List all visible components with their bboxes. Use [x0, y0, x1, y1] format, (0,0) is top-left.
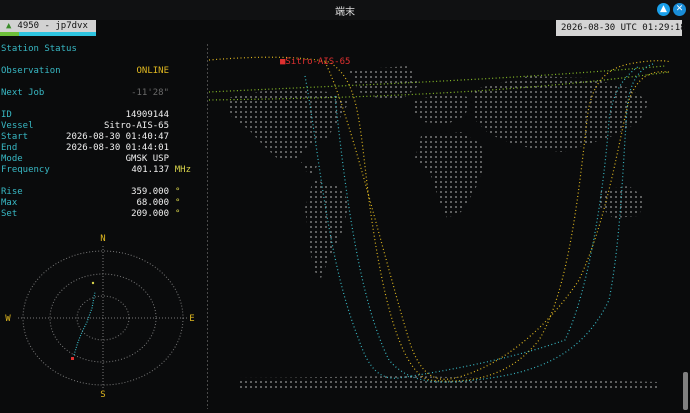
central-america-land	[301, 162, 317, 174]
polar-current-position	[71, 357, 74, 360]
close-icon: ✕	[675, 4, 684, 14]
north-label: N	[100, 234, 105, 244]
next-job-label: Next Job	[1, 88, 45, 98]
east-label: E	[189, 314, 194, 324]
progress-bar	[0, 32, 96, 36]
triangle-up-icon: ▲	[6, 21, 12, 31]
next-job-value: -11'28"	[131, 88, 169, 98]
asia-land	[471, 76, 649, 152]
station-host: 4950 - jp7dvx	[17, 21, 88, 31]
start-row: Start 2026-08-30 01:40:47	[1, 132, 206, 143]
north-america-land	[227, 88, 349, 160]
max-degree: °	[175, 198, 181, 208]
station-status-tag: ▲ 4950 - jp7dvx	[0, 20, 96, 32]
start-label: Start	[1, 132, 29, 142]
land-masses	[227, 66, 659, 390]
rise-row: Rise 359.000 °	[1, 187, 206, 198]
end-value: 2026-08-30 01:44:01	[66, 143, 169, 153]
set-value: 209.000	[131, 209, 169, 219]
mode-row: Mode GMSK USP	[1, 154, 206, 165]
scrollbar-thumb[interactable]	[683, 372, 688, 410]
window-titlebar: 端末 ▲ ✕	[0, 0, 690, 20]
minimize-button[interactable]: ▲	[657, 3, 670, 16]
progress-fill	[0, 32, 19, 36]
observation-value: ONLINE	[136, 66, 169, 76]
europe-land	[413, 92, 471, 124]
antarctica-land	[239, 376, 659, 390]
polar-plot: N S W E	[5, 234, 194, 400]
id-label: ID	[1, 110, 12, 120]
south-america-land	[305, 180, 349, 278]
window-title: 端末	[335, 7, 355, 18]
panel-heading: Station Status	[1, 44, 77, 54]
set-label: Set	[1, 209, 18, 219]
max-value: 68.000	[136, 198, 169, 208]
observation-label: Observation	[1, 66, 61, 76]
close-button[interactable]: ✕	[673, 3, 686, 16]
satellite-label: ■Sitro-AIS-65	[280, 57, 350, 67]
end-row: End 2026-08-30 01:44:01	[1, 143, 206, 154]
vessel-value: Sitro-AIS-65	[103, 121, 169, 131]
end-label: End	[1, 143, 18, 153]
africa-land	[415, 132, 485, 218]
mode-value: GMSK USP	[125, 154, 169, 164]
vessel-label: Vessel	[1, 121, 34, 131]
polar-pass-track	[73, 291, 96, 356]
id-row: ID 14909144	[1, 110, 206, 121]
world-map: ■Sitro-AIS-65	[209, 56, 672, 390]
west-label: W	[5, 314, 11, 324]
start-value: 2026-08-30 01:40:47	[66, 132, 169, 142]
max-row: Max 68.000 °	[1, 198, 206, 209]
rise-degree: °	[175, 187, 181, 197]
observation-row: Observation ONLINE	[1, 66, 206, 77]
south-label: S	[100, 390, 105, 400]
rise-value: 359.000	[131, 187, 169, 197]
max-label: Max	[1, 198, 18, 208]
vessel-row: Vessel Sitro-AIS-65	[1, 121, 206, 132]
chevron-up-icon: ▲	[660, 4, 667, 14]
frequency-value-group: 401.137 MHz	[131, 165, 191, 176]
panel-divider	[207, 44, 208, 409]
utc-clock: 2026-08-30 UTC 01:29:18	[556, 20, 686, 36]
id-value: 14909144	[125, 110, 169, 120]
set-degree: °	[175, 209, 181, 219]
frequency-row: Frequency 401.137 MHz	[1, 165, 206, 176]
polar-sat-marker	[91, 281, 95, 285]
next-job-row: Next Job -11'28"	[1, 88, 206, 99]
frequency-value: 401.137	[131, 165, 170, 175]
mode-label: Mode	[1, 154, 23, 164]
frequency-label: Frequency	[1, 165, 50, 175]
rise-label: Rise	[1, 187, 23, 197]
frequency-unit: MHz	[174, 165, 191, 175]
set-row: Set 209.000 °	[1, 209, 206, 220]
